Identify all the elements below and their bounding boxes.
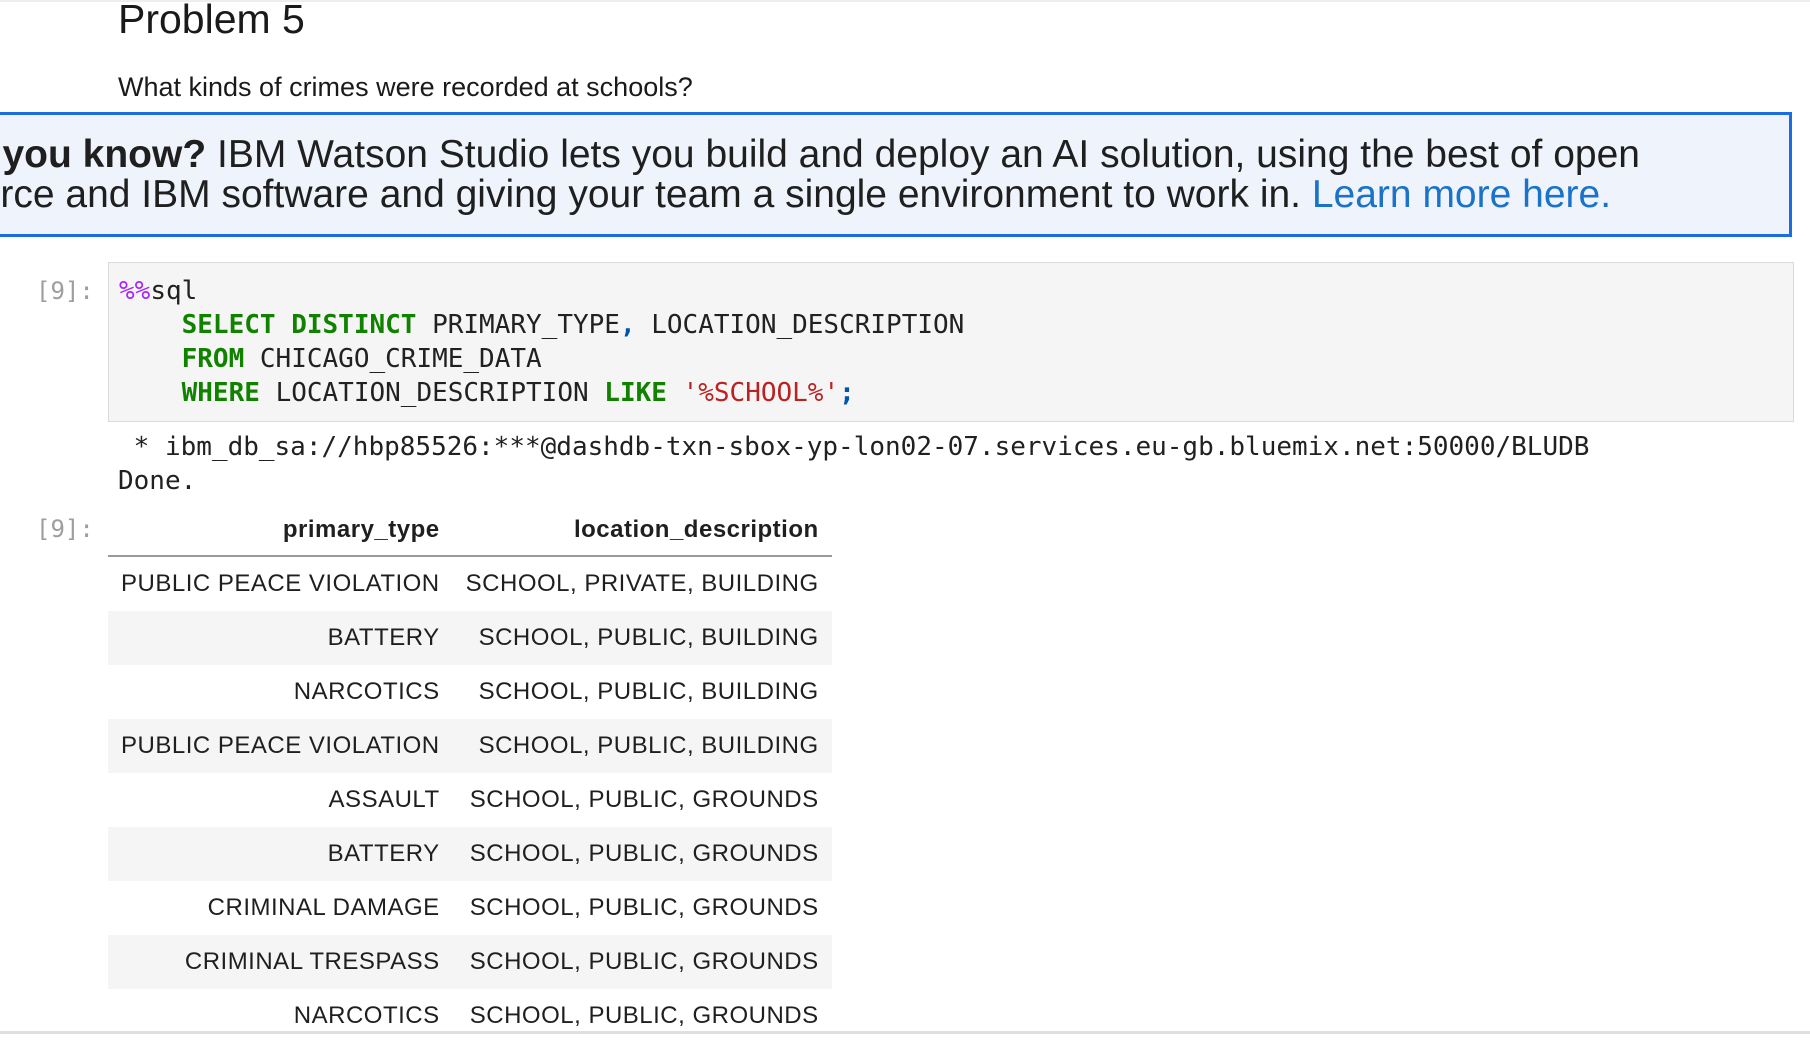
magic-symbol: %% bbox=[119, 276, 151, 306]
banner-text: id you know? IBM Watson Studio lets you … bbox=[0, 135, 1757, 215]
location-description-cell: SCHOOL, PUBLIC, GROUNDS bbox=[469, 786, 819, 813]
table-row: BATTERY SCHOOL, PUBLIC, BUILDING bbox=[108, 611, 832, 665]
problem-heading: Problem 5 bbox=[118, 0, 305, 42]
banner-line-2-text: ource and IBM software and giving your t… bbox=[0, 173, 1312, 216]
promo-banner: id you know? IBM Watson Studio lets you … bbox=[0, 112, 1792, 237]
input-prompt: [9]: bbox=[36, 277, 94, 305]
keyword-from: FROM bbox=[181, 344, 245, 374]
primary-type-cell: BATTERY bbox=[327, 840, 440, 867]
magic-name: sql bbox=[150, 276, 198, 306]
table-row: CRIMINAL TRESPASS SCHOOL, PUBLIC, GROUND… bbox=[108, 935, 832, 989]
cell-output-text: * ibm_db_sa://hbp85526:***@dashdb-txn-sb… bbox=[118, 430, 1589, 498]
table-row: PUBLIC PEACE VIOLATION SCHOOL, PRIVATE, … bbox=[108, 556, 832, 611]
location-description-cell: SCHOOL, PUBLIC, BUILDING bbox=[478, 732, 819, 759]
table-row: NARCOTICS SCHOOL, PUBLIC, GROUNDS bbox=[108, 989, 832, 1043]
like-pattern-string: '%SCHOOL%' bbox=[682, 378, 840, 408]
primary-type-cell: ASSAULT bbox=[328, 786, 440, 813]
table-row: CRIMINAL DAMAGE SCHOOL, PUBLIC, GROUNDS bbox=[108, 881, 832, 935]
location-description-cell: SCHOOL, PUBLIC, GROUNDS bbox=[469, 894, 819, 921]
table-name: CHICAGO_CRIME_DATA bbox=[259, 344, 542, 374]
sql-code-cell[interactable]: %%sql SELECT DISTINCT PRIMARY_TYPE, LOCA… bbox=[108, 262, 1794, 422]
location-description-cell: SCHOOL, PUBLIC, BUILDING bbox=[478, 624, 819, 651]
banner-line-1: id you know? IBM Watson Studio lets you … bbox=[0, 135, 1757, 175]
learn-more-link[interactable]: Learn more here. bbox=[1312, 173, 1611, 216]
location-description-cell: SCHOOL, PRIVATE, BUILDING bbox=[465, 570, 819, 597]
where-column: LOCATION_DESCRIPTION bbox=[275, 378, 589, 408]
output-prompt: [9]: bbox=[36, 515, 94, 543]
primary-type-cell: NARCOTICS bbox=[293, 1002, 440, 1029]
table-row: ASSAULT SCHOOL, PUBLIC, GROUNDS bbox=[108, 773, 832, 827]
primary-type-cell: PUBLIC PEACE VIOLATION bbox=[121, 732, 440, 759]
column-header-location-description: location_description bbox=[452, 505, 832, 557]
primary-type-cell: BATTERY bbox=[327, 624, 440, 651]
comma: , bbox=[619, 310, 636, 340]
column-header-primary-type: primary_type bbox=[108, 505, 453, 557]
table-row: NARCOTICS SCHOOL, PUBLIC, BUILDING bbox=[108, 665, 832, 719]
table-header-row: primary_type location_description bbox=[108, 505, 832, 557]
connection-string: * ibm_db_sa://hbp85526:***@dashdb-txn-sb… bbox=[118, 432, 1590, 462]
primary-type-cell: NARCOTICS bbox=[293, 678, 440, 705]
banner-line-1-text: IBM Watson Studio lets you build and dep… bbox=[206, 133, 1640, 176]
results-table: primary_type location_description PUBLIC… bbox=[108, 505, 832, 1043]
primary-type-cell: CRIMINAL TRESPASS bbox=[184, 948, 440, 975]
column-location-description: LOCATION_DESCRIPTION bbox=[651, 310, 965, 340]
keyword-where: WHERE bbox=[181, 378, 260, 408]
table-row: BATTERY SCHOOL, PUBLIC, GROUNDS bbox=[108, 827, 832, 881]
keyword-select: SELECT bbox=[181, 310, 276, 340]
keyword-like: LIKE bbox=[604, 378, 667, 408]
keyword-distinct: DISTINCT bbox=[291, 310, 417, 340]
semicolon: ; bbox=[839, 378, 855, 408]
location-description-cell: SCHOOL, PUBLIC, GROUNDS bbox=[469, 1002, 819, 1029]
banner-bold-lead: id you know? bbox=[0, 133, 207, 176]
location-description-cell: SCHOOL, PUBLIC, GROUNDS bbox=[469, 948, 819, 975]
column-primary-type: PRIMARY_TYPE bbox=[432, 310, 620, 340]
problem-question: What kinds of crimes were recorded at sc… bbox=[118, 72, 693, 102]
banner-line-2: ource and IBM software and giving your t… bbox=[0, 175, 1757, 215]
table-row: PUBLIC PEACE VIOLATION SCHOOL, PUBLIC, B… bbox=[108, 719, 832, 773]
location-description-cell: SCHOOL, PUBLIC, BUILDING bbox=[478, 678, 819, 705]
primary-type-cell: PUBLIC PEACE VIOLATION bbox=[121, 570, 440, 597]
location-description-cell: SCHOOL, PUBLIC, GROUNDS bbox=[469, 840, 819, 867]
done-status: Done. bbox=[118, 466, 197, 496]
primary-type-cell: CRIMINAL DAMAGE bbox=[207, 894, 440, 921]
